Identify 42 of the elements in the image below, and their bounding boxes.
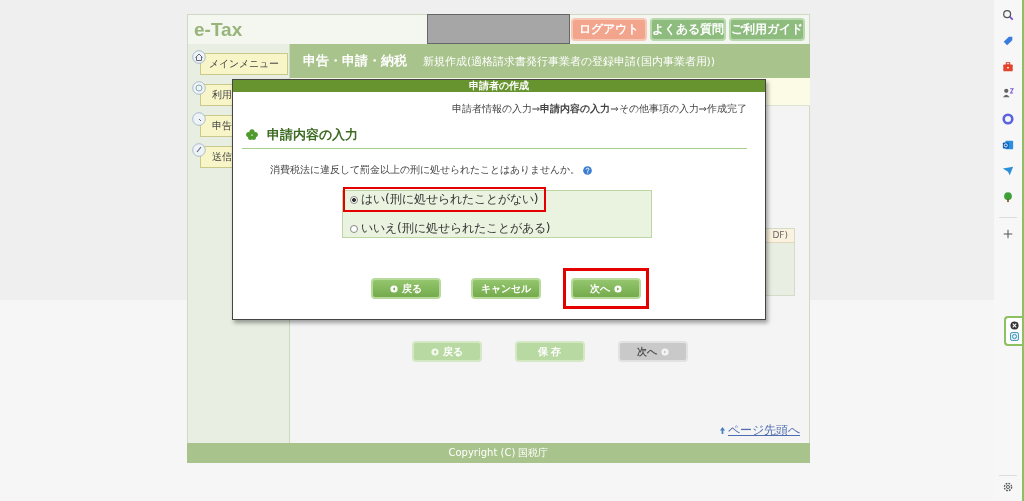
settings-icon[interactable]: [1002, 481, 1014, 493]
mail-icon[interactable]: [1002, 139, 1014, 151]
back-button[interactable]: 戻る: [370, 278, 441, 299]
logo: e-Tax: [193, 18, 244, 41]
person-icon[interactable]: [1002, 87, 1014, 99]
radio-button[interactable]: [350, 224, 358, 233]
page-subtitle: 新規作成(適格請求書発行事業者の登録申請(国内事業者用)): [423, 53, 716, 69]
page-top-link[interactable]: ページ先頭へ: [719, 422, 800, 439]
dialog-title: 申請者の作成: [233, 80, 765, 92]
clover-icon: [245, 128, 259, 142]
search-icon[interactable]: [1002, 9, 1014, 21]
help-icon[interactable]: [583, 165, 592, 175]
up-arrow-icon: [719, 426, 726, 435]
header-button[interactable]: ログアウト: [571, 18, 647, 41]
paper-plane-icon[interactable]: [1002, 165, 1014, 177]
radio-option[interactable]: はい(刑に処せられたことがない): [343, 187, 547, 212]
save-button[interactable]: 保 存: [514, 341, 585, 362]
toolbox-icon[interactable]: [1002, 61, 1014, 73]
close-icon[interactable]: [1009, 321, 1019, 330]
radio-option[interactable]: いいえ(刑に処せられたことがある): [343, 216, 559, 241]
question-text: 消費税法に違反して罰金以上の刑に処せられたことはありませんか。: [270, 163, 580, 177]
tag-icon[interactable]: [1002, 35, 1014, 47]
plus-icon[interactable]: [1002, 228, 1014, 240]
arrow-right-icon: [613, 284, 622, 293]
tree-icon[interactable]: [1002, 191, 1014, 203]
radio-button[interactable]: [350, 195, 358, 204]
header-button[interactable]: ご利用ガイド: [729, 18, 805, 41]
circle-icon: [192, 81, 206, 95]
sidebar-item[interactable]: メインメニュー: [200, 53, 288, 75]
copyright: Copyright (C) 国税庁: [448, 446, 549, 460]
next-button[interactable]: 次へ: [570, 278, 641, 299]
arrow-right-icon: [660, 347, 669, 356]
arrow-left-icon: [430, 347, 439, 356]
arrow-left-icon: [389, 284, 398, 293]
header-button[interactable]: よくある質問: [650, 18, 726, 41]
back-button[interactable]: 戻る: [411, 341, 482, 362]
home-icon: [192, 50, 206, 64]
ring-icon[interactable]: [1002, 113, 1014, 125]
breadcrumb: 申請者情報の入力⇒申請内容の入力⇒その他事項の入力⇒作成完了: [451, 102, 747, 116]
section-heading: 申請内容の入力: [267, 126, 358, 144]
page-title: 申告・申請・納税: [303, 52, 407, 70]
cancel-button[interactable]: キャンセル: [470, 278, 541, 299]
